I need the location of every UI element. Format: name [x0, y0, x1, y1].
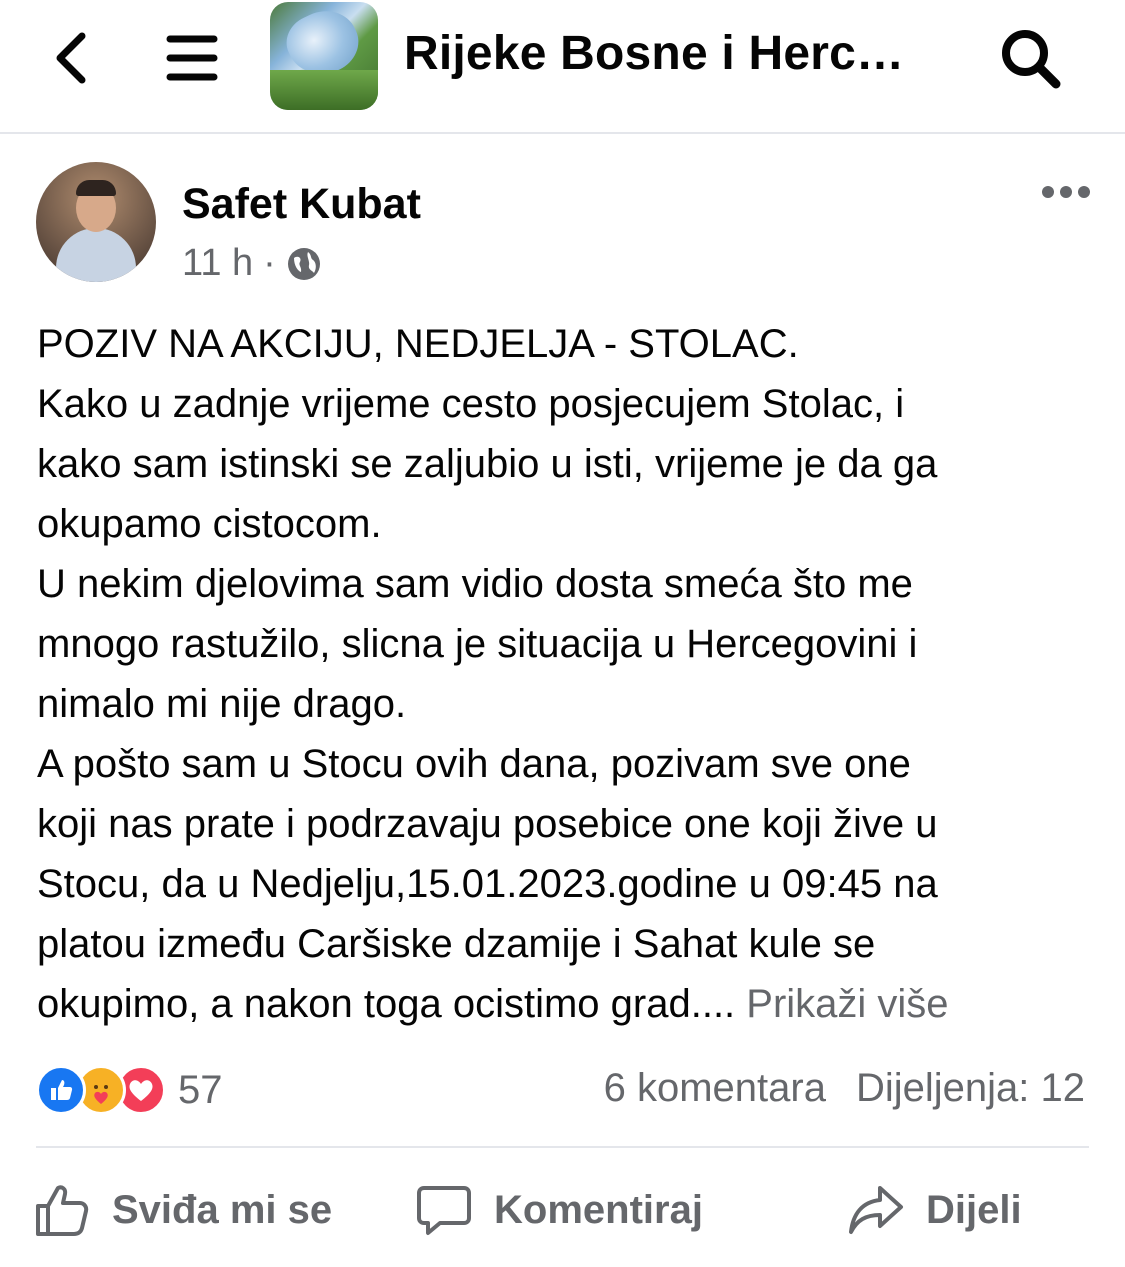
post-line: kako sam istinski se zaljubio u isti, vr… [37, 442, 938, 486]
share-button[interactable]: Dijeli [848, 1180, 1022, 1240]
author-name[interactable]: Safet Kubat [182, 180, 421, 229]
thumbs-up-icon [36, 1185, 89, 1236]
post-line: Stocu, da u Nedjelju,15.01.2023.godine u… [37, 862, 938, 906]
shares-count[interactable]: Dijeljenja: 12 [856, 1066, 1085, 1110]
post-time[interactable]: 11 h [182, 242, 253, 285]
post-line: nimalo mi nije drago. [37, 682, 407, 726]
post-meta: 11 h · [182, 242, 322, 285]
divider [36, 1146, 1089, 1148]
comment-bubble-icon [417, 1186, 471, 1235]
search-button[interactable] [994, 22, 1066, 94]
post-line-last: okupimo, a nakon toga ocistimo grad.... … [37, 974, 1097, 1034]
hamburger-menu-icon [166, 35, 218, 81]
like-reaction-icon [36, 1065, 86, 1115]
thumbnail-grass [270, 70, 378, 110]
like-label: Sviđa mi se [112, 1187, 333, 1232]
more-options-icon [1042, 186, 1090, 198]
see-more-link[interactable]: Prikaži više [746, 982, 948, 1026]
back-button[interactable] [40, 28, 100, 88]
post-line: U nekim djelovima sam vidio dosta smeća … [37, 562, 913, 606]
menu-button[interactable] [160, 28, 224, 88]
post-line: Kako u zadnje vrijeme cesto posjecujem S… [37, 382, 905, 426]
comments-count[interactable]: 6 komentara [604, 1066, 826, 1110]
avatar-hair [76, 180, 116, 196]
post-line: A pošto sam u Stocu ovih dana, pozivam s… [37, 742, 911, 786]
author-avatar[interactable] [36, 162, 156, 282]
share-label: Dijeli [926, 1187, 1022, 1232]
post-stats: 6 komentara Dijeljenja: 12 [604, 1066, 1085, 1111]
search-icon [1002, 30, 1061, 89]
post-line: POZIV NA AKCIJU, NEDJELJA - STOLAC. [37, 322, 799, 366]
back-arrow-icon [56, 32, 86, 84]
avatar-shirt [56, 228, 136, 282]
globe-icon [287, 247, 320, 280]
post-text: POZIV NA AKCIJU, NEDJELJA - STOLAC. Kako… [37, 314, 1097, 1034]
post-line: platou između Caršiske dzamije i Sahat k… [37, 922, 876, 966]
share-arrow-icon [849, 1186, 903, 1234]
post-line: koji nas prate i podrzavaju posebice one… [37, 802, 938, 846]
group-title[interactable]: Rijeke Bosne i Herc… [404, 26, 904, 81]
comment-button[interactable]: Komentiraj [416, 1180, 703, 1240]
post-line-truncated: okupimo, a nakon toga ocistimo grad.... [37, 982, 747, 1026]
post-line: okupamo cistocom. [37, 502, 382, 546]
post-line: mnogo rastužilo, slicna je situacija u H… [37, 622, 918, 666]
top-bar: Rijeke Bosne i Herc… [0, 0, 1125, 134]
reactions-summary[interactable]: 57 [36, 1064, 223, 1116]
meta-separator: · [263, 242, 276, 284]
comment-label: Komentiraj [494, 1187, 703, 1232]
more-options-button[interactable] [1036, 172, 1096, 212]
group-cover-thumbnail[interactable] [270, 2, 378, 110]
reaction-count: 57 [178, 1067, 223, 1112]
like-button[interactable]: Sviđa mi se [34, 1180, 332, 1240]
